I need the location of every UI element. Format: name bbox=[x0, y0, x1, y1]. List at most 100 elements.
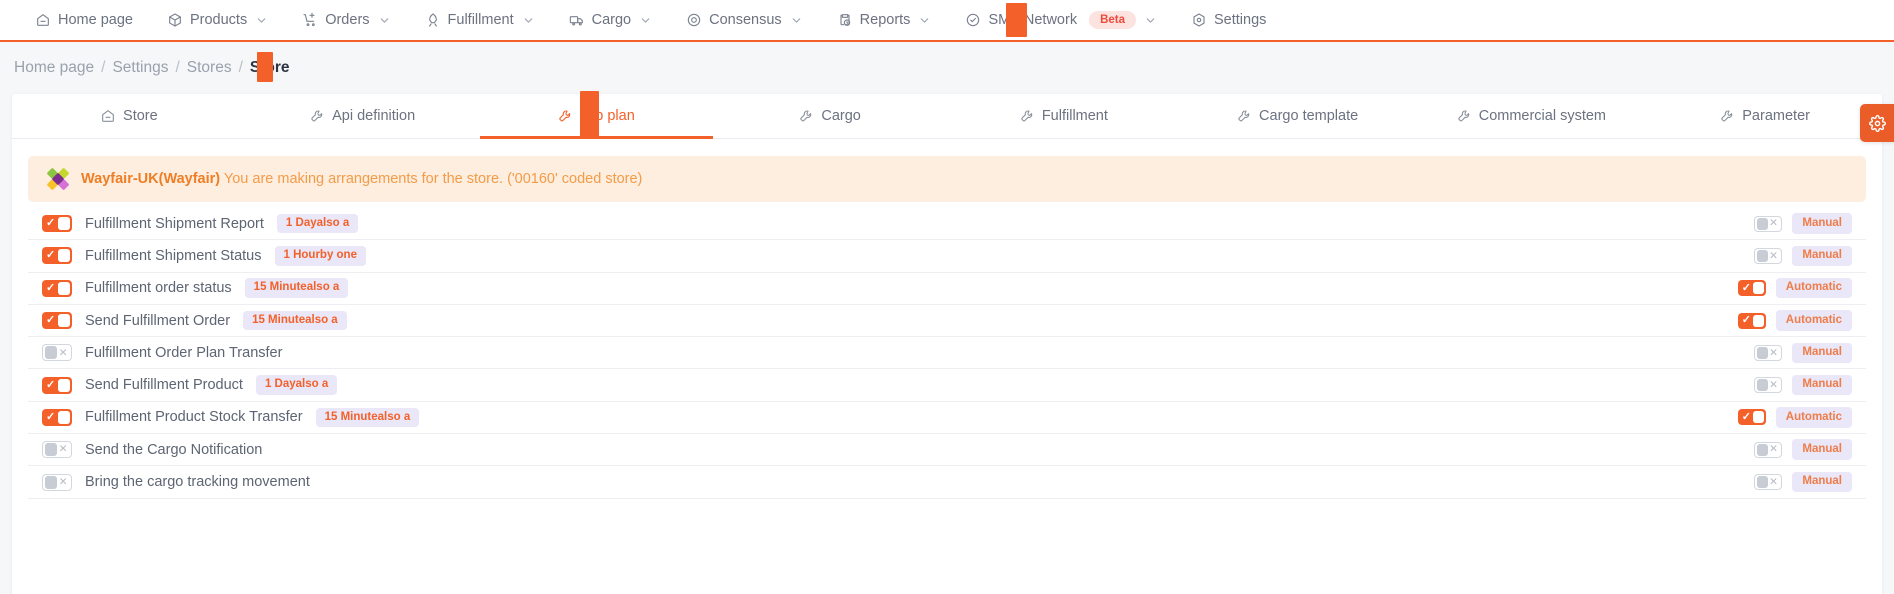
job-mode-badge: Automatic bbox=[1775, 310, 1852, 331]
job-mode-toggle[interactable]: ✓ bbox=[1737, 312, 1766, 329]
tab-fulfillment[interactable]: Fulfillment bbox=[947, 94, 1181, 138]
box-icon bbox=[167, 12, 183, 28]
job-row-left: ✓ Fulfillment Shipment Status 1 Hourby one bbox=[42, 246, 1754, 266]
cross-icon: ✕ bbox=[1769, 475, 1778, 488]
store-info-banner: Wayfair-UK(Wayfair) You are making arran… bbox=[28, 156, 1866, 202]
job-mode-badge: Manual bbox=[1792, 342, 1852, 364]
job-plan-row: ✕ Fulfillment Order Plan Transfer ✕ Manual bbox=[28, 337, 1866, 370]
breadcrumb-item-home-page[interactable]: Home page bbox=[14, 59, 94, 77]
tab-api-definition[interactable]: Api definition bbox=[246, 94, 480, 138]
tab-label: Commercial system bbox=[1478, 108, 1607, 124]
nav-item-reports[interactable]: Reports bbox=[820, 0, 949, 41]
job-row-right: ✓ Automatic bbox=[1737, 310, 1852, 331]
check-icon: ✓ bbox=[1741, 314, 1751, 327]
job-frequency-badge: 15 Minutealso a bbox=[315, 407, 420, 428]
toggle-knob bbox=[45, 346, 57, 360]
breadcrumb-separator: / bbox=[101, 59, 106, 76]
chevron-down-icon[interactable] bbox=[378, 14, 391, 27]
nav-item-orders[interactable]: Orders bbox=[285, 0, 407, 41]
nav-item-cargo[interactable]: Cargo bbox=[552, 0, 670, 41]
wrench-icon bbox=[310, 109, 325, 124]
chevron-down-icon[interactable] bbox=[918, 14, 931, 27]
chevron-down-icon[interactable] bbox=[255, 14, 268, 27]
toggle-knob bbox=[58, 249, 70, 263]
tab-cargo[interactable]: Cargo bbox=[713, 94, 947, 138]
job-row-right: ✕ Manual bbox=[1754, 439, 1852, 460]
nav-item-products[interactable]: Products bbox=[150, 0, 285, 41]
job-plan-row: ✓ Fulfillment Product Stock Transfer 15 Mi… bbox=[28, 402, 1866, 435]
cross-icon: ✕ bbox=[58, 475, 68, 488]
home-outline-icon bbox=[100, 108, 116, 124]
cursor-highlight-nav bbox=[1006, 3, 1027, 37]
chevron-down-icon[interactable] bbox=[522, 14, 535, 27]
tab-commercial-system[interactable]: Commercial system bbox=[1415, 94, 1649, 138]
job-plan-row: ✓ Fulfillment order status 15 Minutealso a… bbox=[28, 273, 1866, 305]
banner-message-text: You are making arrangements for the stor… bbox=[223, 171, 643, 187]
chevron-down-icon[interactable] bbox=[790, 14, 803, 27]
job-row-right: ✓ Automatic bbox=[1737, 407, 1852, 428]
job-row-left: ✕ Send the Cargo Notification bbox=[42, 441, 1754, 459]
breadcrumb-bar: Home page/Settings/Stores/Store bbox=[0, 42, 1894, 94]
job-enable-toggle[interactable]: ✓ bbox=[42, 215, 72, 233]
toggle-knob bbox=[1757, 346, 1769, 359]
cross-icon: ✕ bbox=[1769, 443, 1778, 456]
nav-item-sms-network[interactable]: SMS Network Beta bbox=[948, 0, 1174, 41]
nav-item-fulfillment[interactable]: Fulfillment bbox=[408, 0, 552, 41]
tab-cargo-template[interactable]: Cargo template bbox=[1181, 94, 1415, 138]
wrench-icon bbox=[1020, 109, 1035, 124]
toggle-knob bbox=[45, 475, 57, 489]
chevron-down-icon[interactable] bbox=[1144, 14, 1157, 27]
check-circle-icon bbox=[965, 12, 981, 28]
job-mode-toggle[interactable]: ✕ bbox=[1754, 247, 1783, 264]
job-plan-row: ✓ Send Fulfillment Product 1 Dayalso a ✕ Man… bbox=[28, 369, 1866, 402]
job-enable-toggle[interactable]: ✓ bbox=[42, 376, 72, 394]
nav-item-label: Products bbox=[189, 12, 248, 28]
toggle-knob bbox=[1757, 476, 1769, 489]
job-mode-toggle[interactable]: ✕ bbox=[1754, 344, 1783, 361]
tab-parameter[interactable]: Parameter bbox=[1648, 94, 1882, 138]
cursor-highlight-tab bbox=[580, 91, 599, 139]
job-enable-toggle[interactable]: ✓ bbox=[42, 247, 72, 265]
nav-item-home-page[interactable]: Home page bbox=[18, 0, 150, 41]
nav-item-label: Consensus bbox=[709, 12, 782, 28]
job-label: Fulfillment Shipment Status bbox=[85, 247, 262, 264]
job-mode-badge: Manual bbox=[1792, 471, 1852, 493]
job-enable-toggle[interactable]: ✕ bbox=[42, 441, 72, 459]
job-mode-toggle[interactable]: ✓ bbox=[1737, 409, 1766, 426]
job-enable-toggle[interactable]: ✕ bbox=[42, 344, 72, 362]
clipboard-clock-icon bbox=[837, 12, 853, 28]
tab-store[interactable]: Store bbox=[12, 94, 246, 138]
toggle-knob bbox=[58, 217, 70, 231]
toggle-knob bbox=[45, 443, 57, 457]
breadcrumb: Home page/Settings/Stores/Store bbox=[14, 59, 290, 77]
check-icon: ✓ bbox=[1741, 281, 1751, 294]
job-enable-toggle[interactable]: ✓ bbox=[42, 279, 72, 297]
job-enable-toggle[interactable]: ✓ bbox=[42, 312, 72, 330]
check-icon: ✓ bbox=[46, 281, 56, 294]
nav-item-label: Orders bbox=[325, 12, 370, 28]
job-enable-toggle[interactable]: ✕ bbox=[42, 473, 72, 491]
job-plan-list: ✓ Fulfillment Shipment Report 1 Dayalso a ✕… bbox=[12, 208, 1882, 499]
top-nav-items: Home page Products Orders Fulfillment Cargo C… bbox=[18, 0, 1283, 41]
job-row-right: ✕ Manual bbox=[1754, 374, 1852, 396]
toggle-knob bbox=[1752, 411, 1764, 424]
check-icon: ✓ bbox=[46, 217, 56, 230]
nav-item-consensus[interactable]: Consensus bbox=[669, 0, 820, 41]
job-mode-toggle[interactable]: ✕ bbox=[1754, 215, 1783, 232]
job-mode-toggle[interactable]: ✕ bbox=[1754, 474, 1783, 491]
wrench-icon bbox=[558, 109, 573, 124]
tab-label: Store bbox=[123, 108, 158, 124]
job-label: Fulfillment Shipment Report bbox=[85, 215, 264, 232]
breadcrumb-item-stores[interactable]: Stores bbox=[187, 59, 232, 77]
wayfair-logo-icon bbox=[47, 168, 69, 190]
job-mode-toggle[interactable]: ✓ bbox=[1737, 280, 1766, 297]
job-mode-toggle[interactable]: ✕ bbox=[1754, 377, 1783, 394]
check-icon: ✓ bbox=[46, 410, 56, 423]
job-mode-toggle[interactable]: ✕ bbox=[1754, 441, 1783, 458]
nav-item-settings[interactable]: Settings bbox=[1174, 0, 1283, 41]
job-enable-toggle[interactable]: ✓ bbox=[42, 408, 72, 426]
settings-panel-toggle[interactable] bbox=[1860, 104, 1894, 142]
chevron-down-icon[interactable] bbox=[639, 14, 652, 27]
breadcrumb-item-settings[interactable]: Settings bbox=[112, 59, 168, 77]
job-label: Fulfillment Order Plan Transfer bbox=[85, 344, 283, 361]
